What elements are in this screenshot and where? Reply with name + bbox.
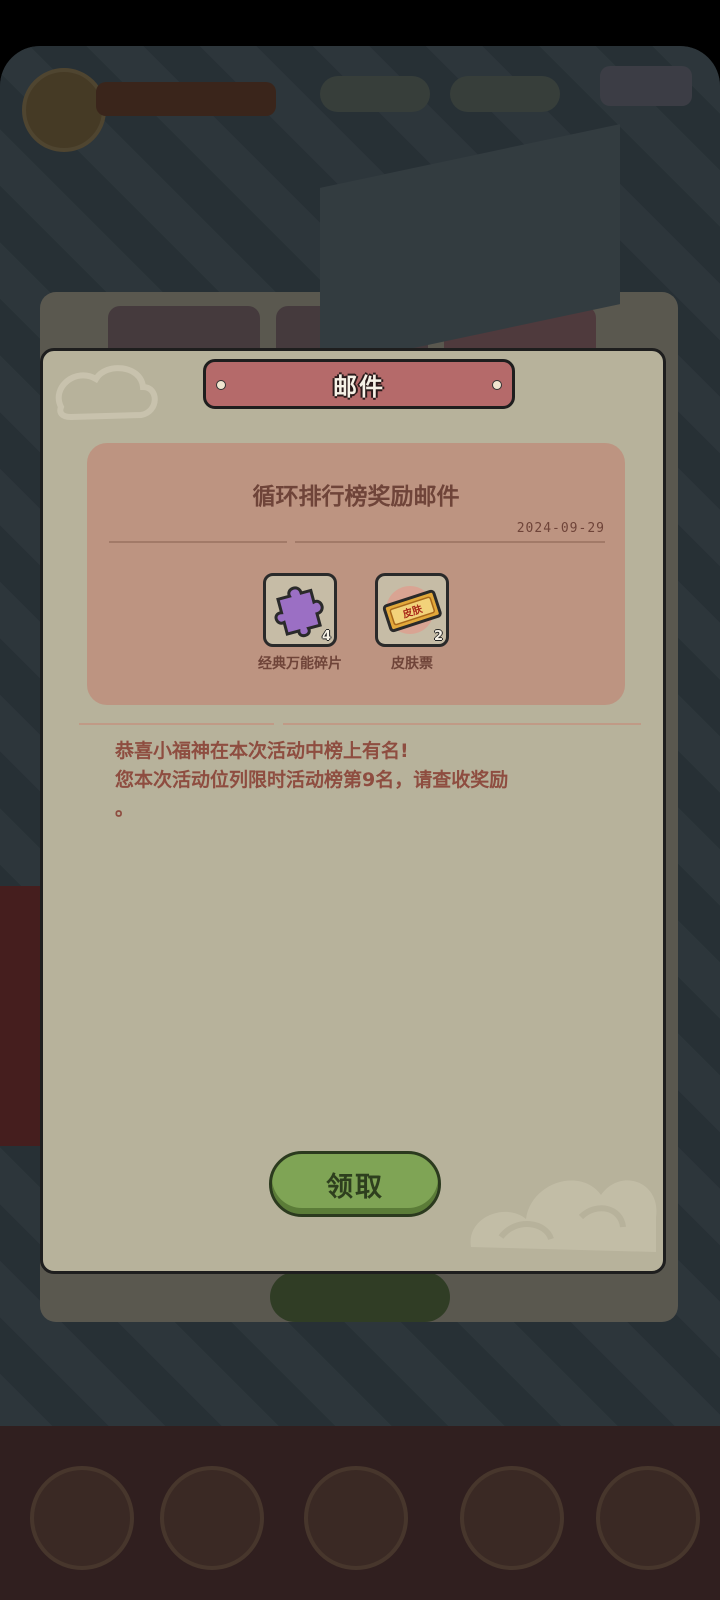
mail-dialog: 邮件 循环排行榜奖励邮件 2024-09-29 4 经典万能碎片 皮肤 2 皮肤… (40, 348, 666, 1274)
section-divider (79, 723, 274, 725)
mail-body-line: 恭喜小福神在本次活动中榜上有名! (115, 740, 409, 762)
mail-date: 2024-09-29 (516, 521, 605, 536)
reward-count: 4 (321, 629, 331, 644)
claim-button-label: 领取 (326, 1171, 384, 1203)
card-divider (295, 541, 605, 543)
dialog-title: 邮件 (333, 372, 385, 401)
reward-list: 4 经典万能碎片 皮肤 2 皮肤票 (87, 573, 625, 673)
rivet-icon (216, 380, 226, 390)
reward-count: 2 (433, 629, 443, 644)
cloud-decoration-icon (470, 1180, 657, 1252)
mail-body-line: 。 (115, 798, 135, 820)
reward-item[interactable]: 皮肤 2 皮肤票 (366, 573, 458, 673)
cloud-decoration-icon (55, 365, 158, 421)
dialog-title-plate: 邮件 (203, 359, 515, 409)
claim-button[interactable]: 领取 (269, 1151, 441, 1217)
reward-name: 皮肤票 (391, 656, 433, 672)
reward-slot[interactable]: 4 (263, 573, 337, 647)
reward-item[interactable]: 4 经典万能碎片 (254, 573, 346, 673)
mail-body-line: 您本次活动位列限时活动榜第9名，请查收奖励 (115, 769, 509, 791)
mail-card: 循环排行榜奖励邮件 2024-09-29 4 经典万能碎片 皮肤 2 皮肤票 (87, 443, 625, 705)
card-divider (109, 541, 287, 543)
reward-slot[interactable]: 皮肤 2 (375, 573, 449, 647)
reward-name: 经典万能碎片 (258, 656, 342, 672)
section-divider (283, 723, 641, 725)
rivet-icon (492, 380, 502, 390)
mail-body: 恭喜小福神在本次活动中榜上有名! 您本次活动位列限时活动榜第9名，请查收奖励 。 (115, 737, 595, 824)
mail-subject: 循环排行榜奖励邮件 (252, 484, 460, 510)
